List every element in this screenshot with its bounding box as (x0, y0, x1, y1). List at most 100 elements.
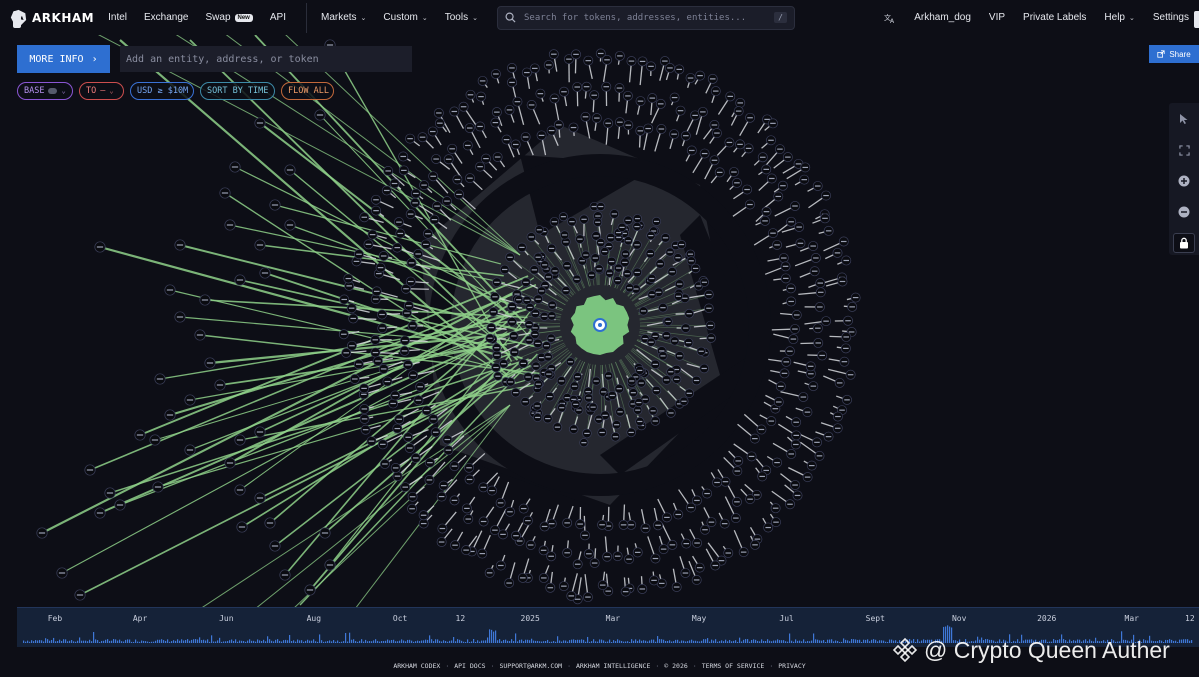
footer-link[interactable]: ARKHAM CODEX (393, 662, 440, 670)
timeline-bar (609, 639, 611, 643)
timeline-bar (333, 640, 335, 643)
timeline-end-handle[interactable] (1194, 11, 1199, 28)
node-label-placeholder (608, 237, 614, 239)
footer-link[interactable]: ARKHAM INTELLIGENCE (576, 662, 650, 670)
timeline-bar (297, 639, 299, 643)
filter-sort[interactable]: SORT BY TIME (200, 82, 275, 100)
menu-markets[interactable]: Markets ⌄ (321, 12, 366, 23)
node-label-placeholder (702, 529, 708, 531)
nav-vip[interactable]: VIP (989, 12, 1005, 23)
nav-settings[interactable]: Settings (1153, 12, 1189, 23)
pointer-tool[interactable] (1173, 109, 1195, 129)
node-label-placeholder (582, 116, 589, 118)
node-label-placeholder (601, 391, 607, 393)
translate-button[interactable]: 文A (884, 12, 896, 24)
node-label-placeholder (412, 202, 418, 204)
entity-input[interactable] (120, 46, 412, 72)
node-label-placeholder (420, 522, 427, 525)
node-label-placeholder (688, 260, 694, 262)
timeline-bar (501, 641, 503, 643)
node-label-placeholder (488, 327, 494, 329)
timeline-bar (771, 641, 773, 643)
node-label-placeholder (819, 354, 825, 357)
node-label-placeholder (403, 288, 409, 290)
node-label-placeholder (460, 106, 467, 108)
search-input[interactable] (523, 12, 767, 23)
nav-api[interactable]: API (270, 12, 286, 23)
nav-exchange[interactable]: Exchange (144, 12, 188, 23)
menu-custom[interactable]: Custom ⌄ (383, 12, 427, 23)
filter-base[interactable]: BASE ⌄ (17, 82, 73, 100)
footer-link[interactable]: TERMS OF SERVICE (702, 662, 765, 670)
node-label-placeholder (563, 241, 569, 243)
timeline-bar (425, 639, 427, 643)
node-label-placeholder (815, 327, 821, 329)
timeline-label: May (691, 614, 707, 623)
node-label-placeholder (841, 361, 848, 363)
timeline-start-handle[interactable] (13, 11, 21, 28)
timeline-bar (649, 640, 651, 643)
timeline-bar (319, 634, 321, 643)
timeline-bar (311, 640, 313, 643)
nav-intel[interactable]: Intel (108, 12, 127, 23)
node-label-placeholder (415, 253, 421, 255)
timeline-bar (49, 640, 51, 643)
node-label-placeholder (823, 194, 829, 197)
zoom-out-tool[interactable] (1173, 202, 1195, 222)
node-label-placeholder (156, 378, 164, 380)
node-label-placeholder (764, 118, 770, 121)
timeline-bar (89, 639, 91, 643)
global-search[interactable]: / (496, 5, 795, 30)
node-label-placeholder (166, 289, 174, 291)
nav-swap[interactable]: Swap New (206, 12, 253, 23)
timeline-bar (61, 640, 63, 643)
menu-tools[interactable]: Tools ⌄ (445, 12, 478, 23)
filter-usd[interactable]: USD ≥ $10M (130, 82, 194, 100)
footer-link[interactable]: SUPPORT@ARKM.COM (499, 662, 562, 670)
node-label-placeholder (634, 244, 640, 246)
timeline-bar (331, 641, 333, 643)
nav-private-labels[interactable]: Private Labels (1023, 12, 1086, 23)
node-label-placeholder (782, 265, 789, 267)
node-label-placeholder (544, 345, 550, 347)
zoom-in-tool[interactable] (1173, 171, 1195, 191)
node-label-placeholder (697, 75, 703, 77)
timeline-bar (627, 641, 629, 643)
timeline-bar (1173, 640, 1175, 643)
node-label-placeholder (737, 102, 743, 104)
share-button[interactable]: Share (1149, 45, 1199, 63)
node-label-placeholder (787, 503, 793, 505)
brand[interactable]: ARKHAM (10, 9, 94, 26)
timeline-bar (209, 641, 211, 643)
node-label-placeholder (551, 97, 558, 100)
node-label-placeholder (433, 158, 439, 160)
timeline-bar (887, 641, 889, 643)
timeline-bar (439, 640, 441, 643)
lock-tool[interactable] (1173, 233, 1195, 253)
node-label-placeholder (604, 59, 610, 61)
node-label-placeholder (511, 351, 518, 353)
filter-flow[interactable]: FLOW ALL (281, 82, 334, 100)
timeline-bar (585, 641, 587, 643)
timeline-bar (671, 641, 673, 643)
node-label-placeholder (231, 166, 239, 168)
timeline-bar (695, 640, 697, 643)
node-label-placeholder (560, 216, 566, 218)
node-label-placeholder (564, 552, 570, 554)
node-label-placeholder (516, 540, 523, 542)
nav-help[interactable]: Help ⌄ (1104, 12, 1134, 23)
timeline-label: Apr (132, 614, 148, 623)
timeline-bar (737, 641, 739, 643)
node-label-placeholder (658, 103, 664, 105)
fit-screen-tool[interactable] (1173, 140, 1195, 160)
nav-user[interactable]: Arkham_dog (914, 12, 971, 23)
footer-link[interactable]: PRIVACY (778, 662, 805, 670)
node-label-placeholder (508, 381, 514, 383)
node-label-placeholder (619, 226, 625, 228)
entity-graph[interactable] (0, 35, 1199, 607)
timeline-bar (577, 639, 579, 643)
footer-link[interactable]: API DOCS (454, 662, 485, 670)
filter-to[interactable]: TO — ⌄ (79, 82, 124, 100)
watermark-text: @ Crypto Queen Auther (924, 636, 1170, 663)
more-info-button[interactable]: MORE INFO › (17, 45, 110, 73)
